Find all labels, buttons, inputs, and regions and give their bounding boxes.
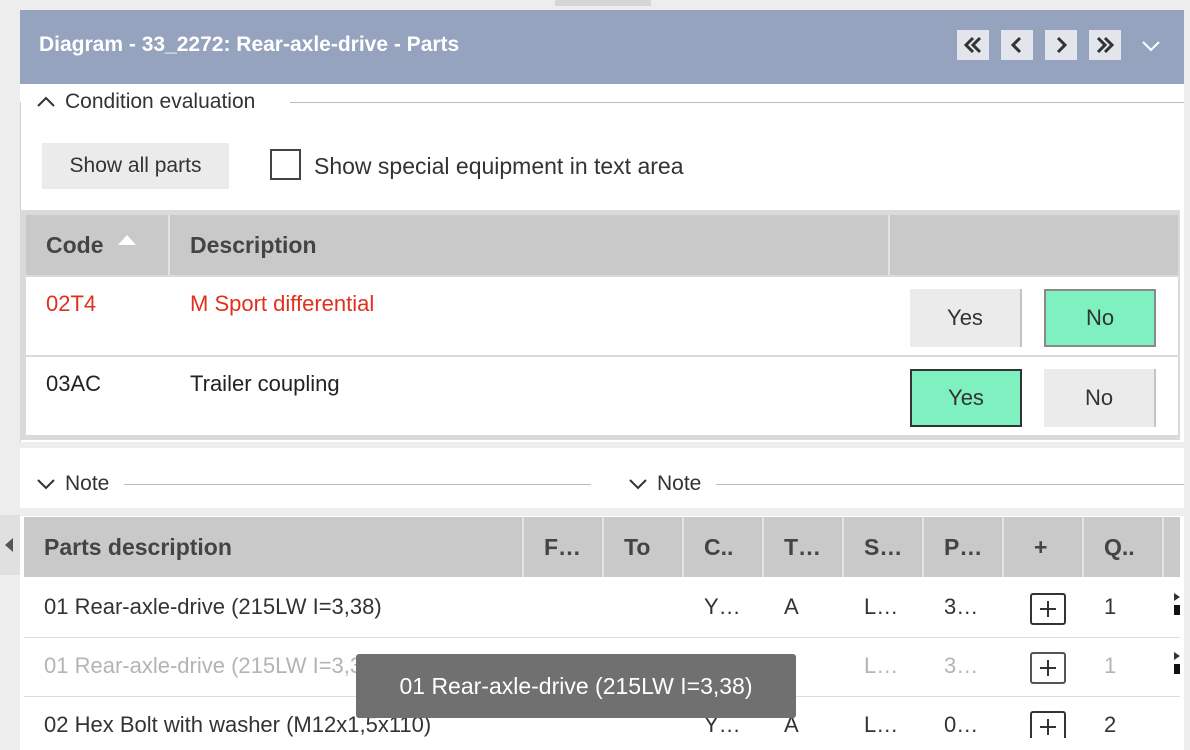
special-equipment-label: Show special equipment in text area [314,153,684,179]
part-quantity: 1 [1104,594,1117,619]
add-to-cart-button[interactable] [1030,711,1066,738]
section-gap [20,508,1184,516]
part-s: L… [864,594,899,619]
legend-divider [290,102,1184,103]
column-header-t[interactable]: T… [784,517,821,577]
condition-description: M Sport differential [190,291,375,316]
note-toggle-right[interactable]: Note [627,472,701,496]
double-chevron-left-icon [963,36,982,54]
column-header-quantity[interactable]: Q.. [1104,517,1135,577]
section-gap [20,442,1184,448]
yes-button[interactable]: Yes [910,289,1022,347]
note-label: Note [65,472,110,495]
table-row[interactable]: 01 Rear-axle-drive (215LW I=3,38) Y… A L… [24,579,1180,638]
column-separator [888,215,890,275]
no-button[interactable]: No [1044,289,1156,347]
condition-code: 03AC [46,371,102,396]
column-header-parts-description[interactable]: Parts description [44,517,232,577]
plus-icon [1040,601,1056,617]
column-separator [522,517,524,577]
part-quantity: 1 [1104,653,1117,678]
plus-icon [1040,660,1056,676]
part-description: 01 Rear-axle-drive (215LW I=3,38) [44,653,382,678]
part-p: 3… [944,594,979,619]
condition-evaluation-toggle[interactable]: Condition evaluation [35,90,255,114]
condition-code: 02T4 [46,291,97,316]
add-to-cart-button[interactable] [1030,593,1066,625]
part-c: Y… [704,594,741,619]
triangle-left-icon [5,538,13,552]
legend-divider [716,484,1184,485]
part-t: A [784,594,799,619]
no-button[interactable]: No [1044,369,1156,427]
info-edge-icon[interactable] [1172,591,1180,617]
info-edge-icon[interactable] [1172,650,1180,676]
first-page-button[interactable] [957,30,989,60]
part-s: L… [864,712,899,737]
previous-button[interactable] [1001,30,1033,60]
column-header-p[interactable]: P… [944,517,982,577]
column-separator [762,517,764,577]
column-separator [842,517,844,577]
show-all-parts-button[interactable]: Show all parts [42,143,229,189]
column-separator [1082,517,1084,577]
part-description: 01 Rear-axle-drive (215LW I=3,38) [44,594,382,619]
condition-table: Code Description 02T4 M Sport differenti… [20,210,1180,440]
side-panel-toggle[interactable] [0,515,20,575]
condition-evaluation-label: Condition evaluation [65,90,256,113]
chevron-left-icon [1010,36,1022,54]
column-header-to[interactable]: To [624,517,650,577]
column-separator [168,215,170,275]
column-separator [922,517,924,577]
legend-divider [124,484,591,485]
column-header-code[interactable]: Code [46,215,138,275]
panel-title: Diagram - 33_2272: Rear-axle-drive - Par… [39,33,460,56]
condition-row: 02T4 M Sport differential Yes No [26,277,1178,355]
sort-ascending-icon [117,235,136,245]
column-header-from[interactable]: F… [544,517,581,577]
chevron-down-icon [37,479,55,490]
special-equipment-checkbox[interactable] [270,149,301,180]
add-to-cart-button[interactable] [1030,652,1066,684]
row-tooltip: 01 Rear-axle-drive (215LW I=3,38) [356,654,796,718]
column-header-s[interactable]: S… [864,517,902,577]
part-s: L… [864,653,899,678]
double-chevron-right-icon [1096,36,1115,54]
part-p: 0… [944,712,979,737]
column-separator [1162,517,1164,577]
parts-table-header: Parts description F… To C.. T… S… P… + Q… [24,517,1180,577]
next-button[interactable] [1045,30,1077,60]
note-label: Note [657,472,702,495]
chevron-down-icon[interactable] [1140,35,1162,57]
column-header-description[interactable]: Description [190,215,317,275]
column-header-c[interactable]: C.. [704,517,733,577]
column-separator [1002,517,1004,577]
plus-icon [1040,719,1056,735]
chevron-up-icon [37,96,55,107]
part-p: 3… [944,653,979,678]
condition-description: Trailer coupling [190,371,340,396]
part-quantity: 2 [1104,712,1117,737]
column-header-add[interactable]: + [1034,517,1047,577]
yes-button[interactable]: Yes [910,369,1022,427]
condition-table-header: Code Description [26,215,1178,275]
column-separator [602,517,604,577]
condition-row: 03AC Trailer coupling Yes No [26,357,1178,435]
column-separator [682,517,684,577]
last-page-button[interactable] [1089,30,1121,60]
top-resize-handle[interactable] [555,0,651,6]
panel-header: Diagram - 33_2272: Rear-axle-drive - Par… [20,10,1184,84]
chevron-right-icon [1056,36,1068,54]
chevron-down-icon [629,479,647,490]
note-toggle-left[interactable]: Note [35,472,109,496]
